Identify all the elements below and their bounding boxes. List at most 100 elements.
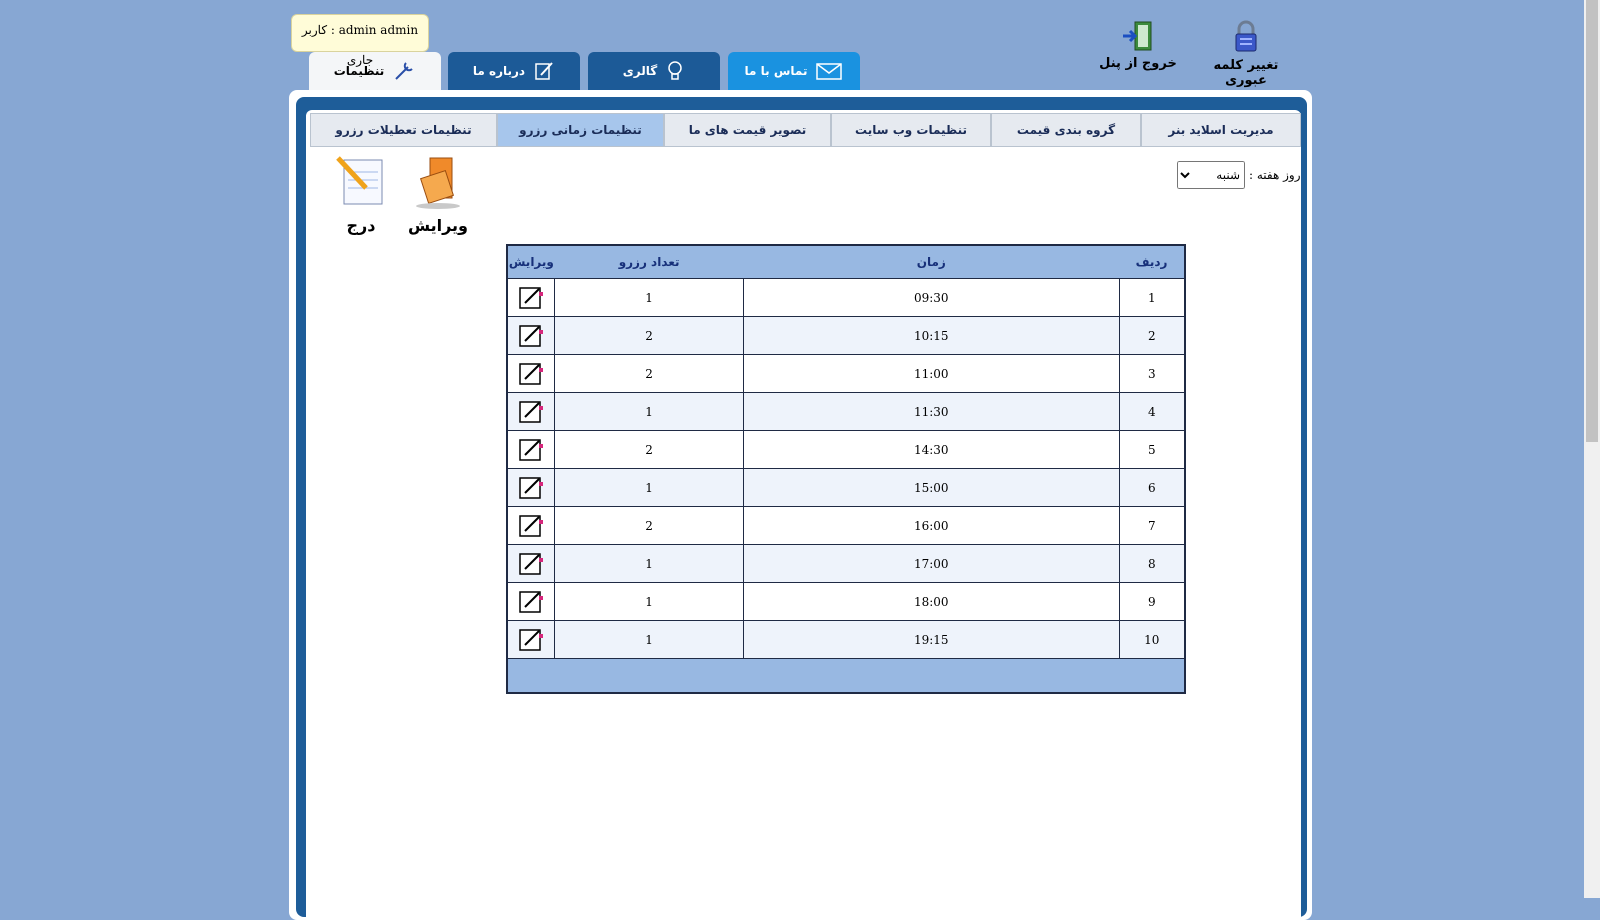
tools-icon — [395, 62, 414, 80]
day-label: روز هفته : — [1249, 168, 1301, 182]
edit-row-icon[interactable] — [517, 512, 545, 540]
tab-about-label: درباره ما — [472, 64, 526, 78]
exit-door-icon — [1123, 21, 1152, 51]
row-count: 1 — [554, 278, 744, 317]
table-row: 4 11:30 1 — [506, 392, 1186, 431]
insert-action-label: درج — [346, 216, 376, 235]
row-time: 18:00 — [743, 582, 1120, 621]
lightbulb-icon — [668, 61, 682, 80]
row-edit-cell — [506, 316, 556, 355]
row-count: 1 — [554, 392, 744, 431]
row-number: 9 — [1118, 582, 1186, 621]
logout-button[interactable]: خروج از پنل — [1096, 20, 1180, 71]
row-count: 2 — [554, 430, 744, 469]
tab-settings[interactable]: تنظیمات — [309, 52, 441, 90]
col-time-header: زمان — [743, 245, 1120, 279]
notepad-pen-icon — [535, 62, 553, 80]
row-time: 11:00 — [743, 354, 1120, 393]
subtab-price-images[interactable]: تصویر قیمت های ما — [664, 113, 831, 147]
row-number: 10 — [1118, 620, 1186, 659]
tab-about[interactable]: درباره ما — [448, 52, 580, 90]
sub-tab-bar: مدیریت اسلاید بنر گروه بندی قیمت تنظیمات… — [310, 113, 1301, 149]
tab-gallery[interactable]: گالری — [588, 52, 720, 90]
subtab-banner-slides[interactable]: مدیریت اسلاید بنر — [1141, 113, 1301, 147]
edit-row-icon[interactable] — [517, 474, 545, 502]
row-edit-cell — [506, 620, 556, 659]
table-footer-row — [506, 658, 1186, 694]
row-time: 09:30 — [743, 278, 1120, 317]
edit-row-icon[interactable] — [517, 436, 545, 464]
row-number: 4 — [1118, 392, 1186, 431]
tab-contact-label: تماس با ما — [744, 64, 808, 78]
tab-gallery-label: گالری — [622, 64, 658, 78]
subtab-website-settings[interactable]: تنظیمات وب سایت — [831, 113, 991, 147]
edit-row-icon[interactable] — [517, 398, 545, 426]
table-row: 6 15:00 1 — [506, 468, 1186, 507]
row-number: 8 — [1118, 544, 1186, 583]
row-time: 16:00 — [743, 506, 1120, 545]
col-edit-header: ویرایش — [507, 245, 555, 279]
edit-action-label: ویرایش — [407, 216, 468, 235]
row-count: 1 — [554, 620, 744, 659]
edit-row-icon[interactable] — [517, 284, 545, 312]
row-edit-cell — [506, 544, 556, 583]
row-time: 17:00 — [743, 544, 1120, 583]
row-count: 1 — [554, 544, 744, 583]
row-edit-cell — [506, 506, 556, 545]
row-number: 2 — [1118, 316, 1186, 355]
edit-row-icon[interactable] — [517, 360, 545, 388]
row-count: 2 — [554, 354, 744, 393]
subtab-reservation-holidays[interactable]: تنظیمات تعطیلات رزرو — [310, 113, 497, 147]
row-time: 11:30 — [743, 392, 1120, 431]
row-time: 14:30 — [743, 430, 1120, 469]
table-row: 7 16:00 2 — [506, 506, 1186, 545]
page-scrollbar[interactable] — [1584, 0, 1600, 898]
insert-action-button[interactable]: درج — [330, 152, 392, 235]
row-count: 2 — [554, 316, 744, 355]
row-edit-cell — [506, 354, 556, 393]
table-row: 10 19:15 1 — [506, 620, 1186, 659]
table-row: 9 18:00 1 — [506, 582, 1186, 621]
row-time: 10:15 — [743, 316, 1120, 355]
row-number: 1 — [1118, 278, 1186, 317]
subtab-price-groups[interactable]: گروه بندی قیمت — [991, 113, 1141, 147]
row-number: 6 — [1118, 468, 1186, 507]
edit-action-button[interactable]: ویرایش — [404, 152, 472, 235]
row-edit-cell — [506, 582, 556, 621]
row-edit-cell — [506, 278, 556, 317]
notepad-pencil-icon — [336, 156, 383, 205]
table-row: 3 11:00 2 — [506, 354, 1186, 393]
row-count: 2 — [554, 506, 744, 545]
reservation-times-table: ردیف زمان تعداد رزرو ویرایش 1 09:30 1 2 … — [506, 244, 1186, 694]
day-filter: روز هفته : شنبه — [1177, 161, 1301, 189]
current-user-badge: admin admin : کاربر جاری — [291, 14, 429, 67]
table-footer — [506, 658, 1186, 694]
row-edit-cell — [506, 430, 556, 469]
row-number: 5 — [1118, 430, 1186, 469]
row-count: 1 — [554, 582, 744, 621]
scrollbar-thumb[interactable] — [1586, 0, 1598, 442]
table-row: 2 10:15 2 — [506, 316, 1186, 355]
logout-label: خروج از پنل — [1099, 56, 1177, 71]
row-count: 1 — [554, 468, 744, 507]
subtab-reservation-time[interactable]: تنظیمات زمانی رزرو — [497, 113, 664, 147]
edit-row-icon[interactable] — [517, 626, 545, 654]
table-row: 8 17:00 1 — [506, 544, 1186, 583]
row-time: 19:15 — [743, 620, 1120, 659]
col-row-header: ردیف — [1119, 245, 1185, 279]
table-row: 1 09:30 1 — [506, 278, 1186, 317]
tab-contact[interactable]: تماس با ما — [728, 52, 860, 90]
envelope-icon — [816, 63, 843, 80]
col-count-header: تعداد رزرو — [554, 245, 744, 279]
day-select[interactable]: شنبه — [1177, 161, 1245, 189]
row-edit-cell — [506, 468, 556, 507]
edit-row-icon[interactable] — [517, 322, 545, 350]
change-password-button[interactable]: تغییر کلمه عبوری — [1192, 20, 1300, 88]
edit-row-icon[interactable] — [517, 588, 545, 616]
row-number: 7 — [1118, 506, 1186, 545]
edit-row-icon[interactable] — [517, 550, 545, 578]
row-time: 15:00 — [743, 468, 1120, 507]
table-row: 5 14:30 2 — [506, 430, 1186, 469]
change-password-label: تغییر کلمه عبوری — [1213, 58, 1279, 88]
row-number: 3 — [1118, 354, 1186, 393]
